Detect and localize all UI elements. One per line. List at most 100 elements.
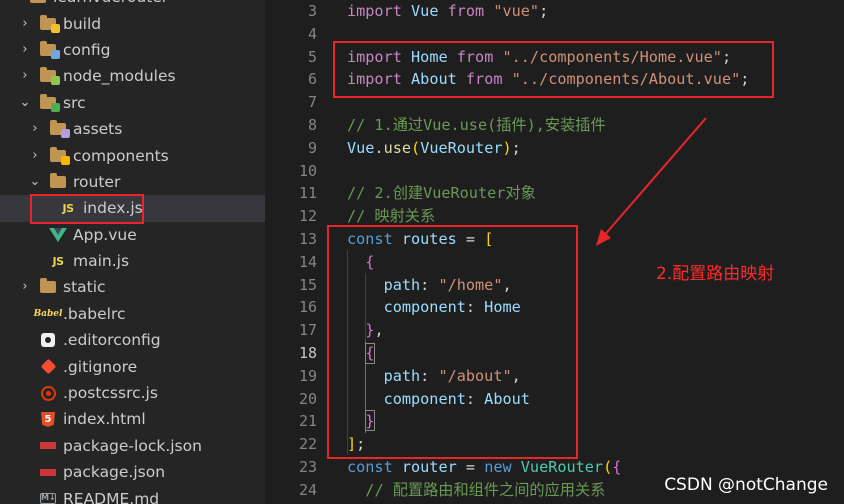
folder-item[interactable]: ⌄ src: [0, 90, 265, 116]
file-tree: ⌄ learnvuerouter › build › config › node_module…: [0, 0, 265, 504]
code-line[interactable]: {: [347, 342, 374, 365]
code-line[interactable]: }: [347, 410, 374, 433]
code-token: =: [456, 230, 485, 248]
file-item[interactable]: .postcssrc.js: [0, 380, 265, 406]
code-line[interactable]: path: "/about",: [347, 365, 521, 388]
file-item[interactable]: Babel .babelrc: [0, 301, 265, 327]
code-line[interactable]: // 1.通过Vue.use(插件),安装插件: [347, 114, 606, 137]
chevron-down-icon[interactable]: ⌄: [18, 94, 32, 112]
file-item[interactable]: JS index.js: [0, 195, 265, 222]
code-line[interactable]: import About from "../components/About.v…: [347, 68, 749, 91]
code-token: from: [447, 2, 485, 20]
code-token: VueRouter: [520, 458, 604, 476]
code-line[interactable]: component: About: [347, 388, 530, 411]
code-line[interactable]: path: "/home",: [347, 274, 512, 297]
file-label: App.vue: [73, 225, 137, 244]
git-icon: [40, 358, 56, 375]
chevron-right-icon[interactable]: ›: [28, 116, 42, 142]
chevron-down-icon[interactable]: ⌄: [28, 173, 42, 191]
line-number: 7: [307, 93, 317, 112]
code-token: from: [465, 70, 503, 89]
file-label: index.js: [83, 199, 143, 218]
chevron-right-icon[interactable]: ›: [18, 274, 32, 300]
code-line[interactable]: {: [347, 251, 374, 274]
file-item[interactable]: package.json: [0, 459, 265, 485]
folder-item[interactable]: › build: [0, 10, 265, 36]
code-token: routes: [401, 230, 457, 248]
folder-build-icon: [40, 14, 60, 33]
file-item[interactable]: package-lock.json: [0, 433, 265, 459]
code-token: "../components/Home.vue": [502, 47, 722, 66]
code-token: {: [365, 252, 375, 271]
chevron-right-icon[interactable]: ›: [18, 37, 32, 63]
npm-icon: [40, 465, 56, 479]
npm-icon: [40, 439, 56, 453]
line-number: 3: [307, 2, 317, 20]
code-line[interactable]: import Home from "../components/Home.vue…: [347, 46, 731, 69]
chevron-right-icon[interactable]: ⌄: [8, 0, 22, 6]
code-token: {: [612, 458, 622, 476]
chevron-right-icon[interactable]: ›: [28, 143, 42, 169]
code-line[interactable]: component: Home: [347, 296, 521, 319]
babel-icon: Babel: [33, 308, 63, 319]
code-area[interactable]: import Vue from "vue"; import Home from "…: [347, 0, 844, 504]
code-line[interactable]: // 2.创建VueRouter对象: [347, 182, 536, 205]
folder-node-icon: [40, 67, 60, 86]
code-token: ;: [511, 138, 521, 157]
code-line[interactable]: const router = new VueRouter({: [347, 456, 621, 479]
file-label: config: [63, 40, 111, 59]
code-token: ;: [721, 47, 732, 66]
code-line[interactable]: // 映射关系: [347, 205, 435, 228]
code-token: ;: [356, 435, 366, 454]
file-label: .postcssrc.js: [63, 384, 158, 403]
code-line[interactable]: },: [347, 319, 383, 342]
folder-item[interactable]: › static: [0, 274, 265, 300]
file-item[interactable]: JS main.js: [0, 248, 265, 274]
chevron-right-icon[interactable]: ›: [18, 63, 32, 89]
code-line[interactable]: import Vue from "vue";: [347, 0, 548, 23]
folder-item[interactable]: › components: [0, 142, 265, 168]
file-item[interactable]: .editorconfig: [0, 327, 265, 353]
file-item[interactable]: M↓ README.md: [0, 485, 265, 504]
folder-item[interactable]: › assets: [0, 116, 265, 142]
code-line[interactable]: Vue.use(VueRouter);: [347, 137, 521, 160]
folder-item[interactable]: ⌄ learnvuerouter: [0, 0, 265, 10]
code-line[interactable]: const routes = [: [347, 228, 493, 251]
code-token: }: [365, 412, 375, 431]
folder-item[interactable]: ⌄ router: [0, 169, 265, 195]
code-token: // 映射关系: [347, 207, 436, 226]
code-token: Vue: [347, 138, 375, 157]
postcss-icon: [40, 385, 56, 401]
explorer-sidebar: ⌄ learnvuerouter › build › config › node_module…: [0, 0, 265, 504]
code-editor[interactable]: 3 4 5 6 7 8 9 10 11 12 13 14 15 16 17 18 19 20 21 22 23 24 im…: [265, 0, 844, 504]
file-label: package-lock.json: [63, 436, 202, 455]
code-token: VueRouter: [420, 138, 503, 157]
code-token: [: [484, 230, 494, 248]
code-token: use: [383, 138, 412, 157]
chevron-right-icon[interactable]: ›: [18, 11, 32, 37]
code-token: Vue: [411, 2, 439, 20]
file-label: router: [73, 172, 121, 191]
file-item[interactable]: .gitignore: [0, 353, 265, 379]
code-token: About: [411, 70, 457, 89]
file-label: .gitignore: [63, 357, 138, 376]
folder-item[interactable]: › node_modules: [0, 63, 265, 89]
file-label: .babelrc: [63, 304, 126, 323]
code-token: ;: [740, 70, 750, 89]
file-item[interactable]: 5 index.html: [0, 406, 265, 432]
code-line[interactable]: ];: [347, 433, 365, 456]
code-token: :: [420, 275, 439, 294]
code-token: import: [347, 70, 402, 89]
file-item[interactable]: App.vue: [0, 222, 265, 248]
code-line[interactable]: // 配置路由和组件之间的应用关系: [347, 479, 605, 502]
code-token: ,: [511, 366, 521, 385]
folder-config-icon: [40, 40, 60, 59]
line-number: 12: [298, 207, 317, 226]
code-token: (: [603, 458, 613, 476]
folder-item[interactable]: › config: [0, 37, 265, 63]
line-number: 15: [298, 275, 317, 294]
